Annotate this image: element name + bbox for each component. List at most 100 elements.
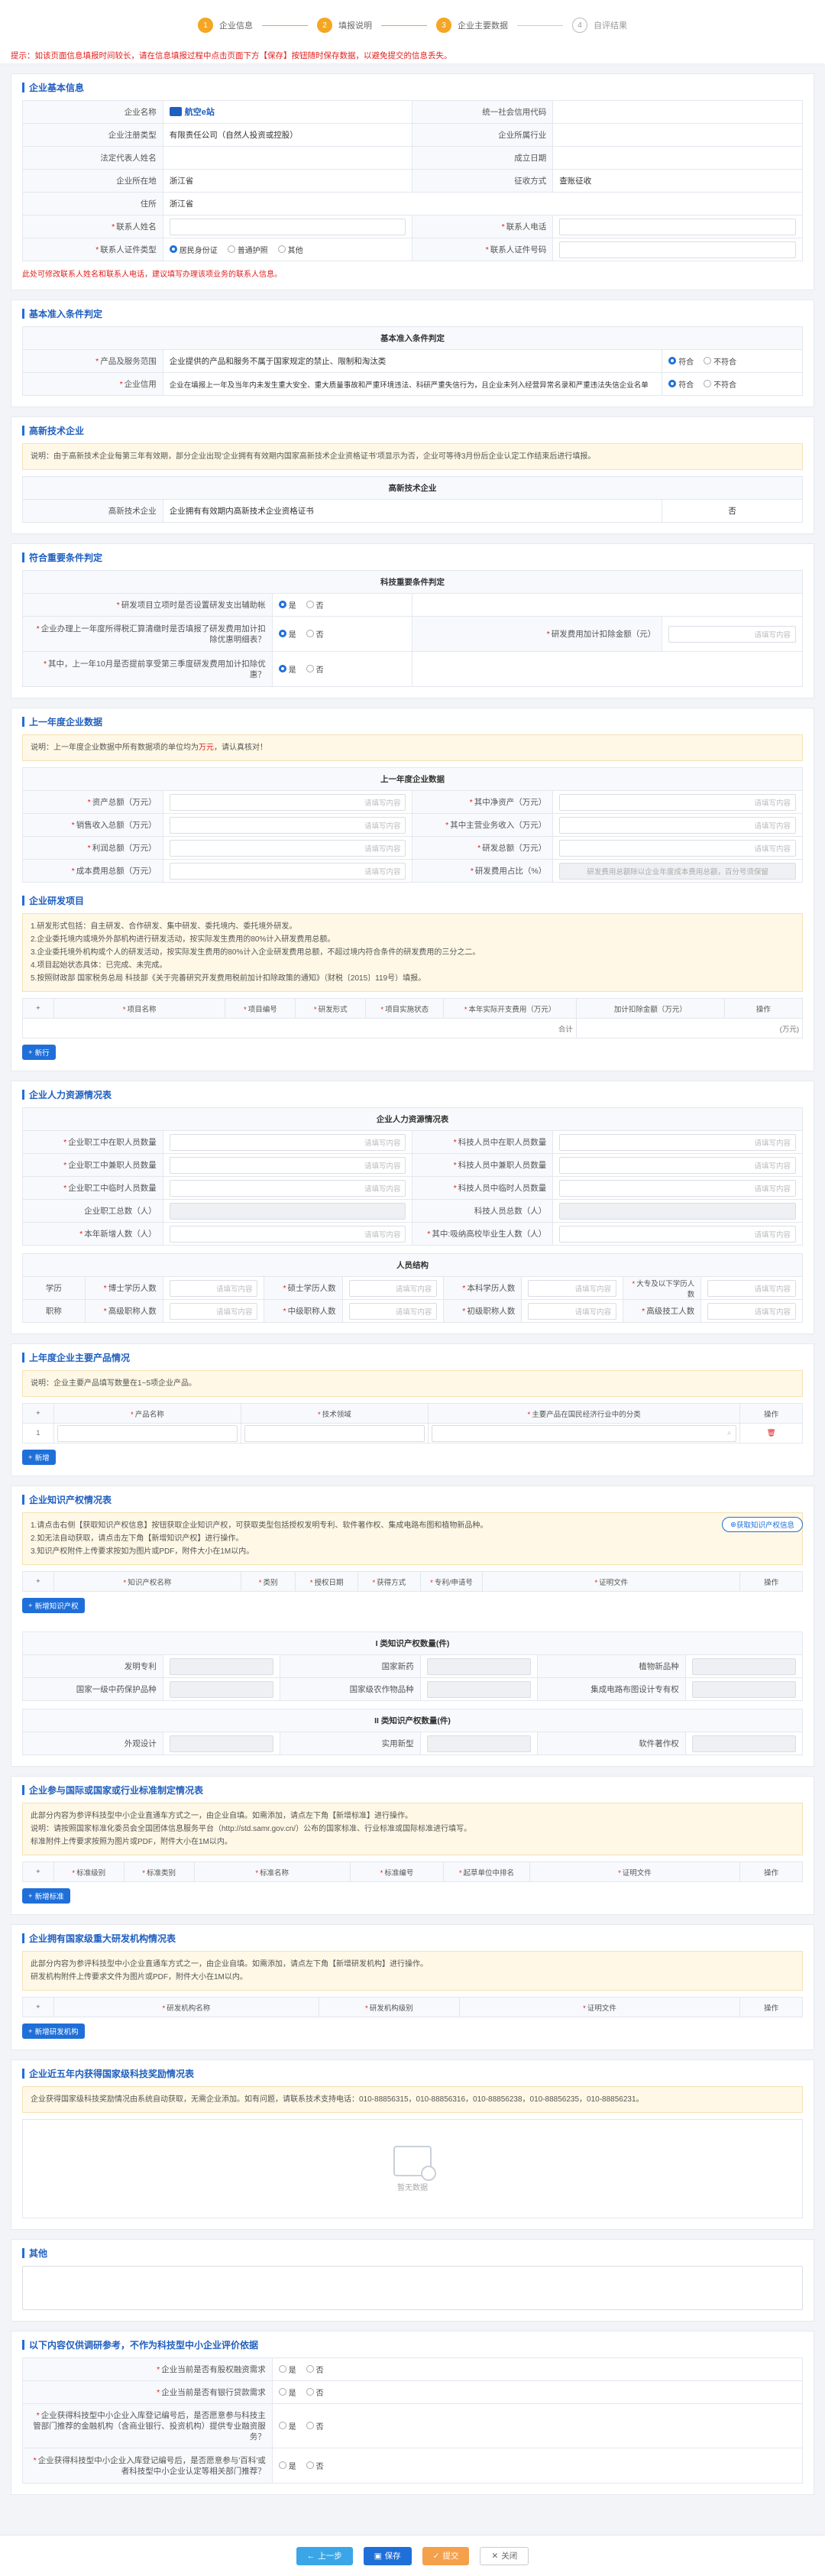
yes-radio[interactable]: 是 (278, 2460, 296, 2471)
staff-temp-input[interactable]: 请填写内容 (169, 1179, 406, 1197)
senior-title-input[interactable]: 请填写内容 (169, 1302, 258, 1320)
step-2[interactable]: 2 填报说明 (317, 18, 372, 33)
new-hires-input[interactable]: 请填写内容 (169, 1225, 406, 1243)
column-header: * 专利/申请号 (419, 1571, 484, 1592)
junior-title-input[interactable]: 请填写内容 (528, 1302, 617, 1320)
tax-value: 查账征收 (552, 169, 803, 193)
contact-phone-input[interactable] (559, 218, 796, 235)
input-cell: 请填写内容 (162, 813, 413, 837)
main-revenue-input[interactable]: 请填写内容 (559, 816, 796, 834)
q3-radios: 是 否 (271, 651, 413, 687)
region-value: 浙江省 (162, 169, 413, 193)
yes-radio[interactable]: 是 (278, 2420, 296, 2432)
tech-parttime-input[interactable]: 请填写内容 (559, 1156, 796, 1174)
yes-radio[interactable]: 是 (278, 2386, 296, 2398)
no-radio[interactable]: 否 (306, 628, 324, 640)
hr-structure-table: 人员结构 学历 * 博士学历人数 请填写内容 * 硕士学历人数 请填写内容 * 本科学… (22, 1253, 803, 1323)
id-type-radio[interactable]: 居民身份证 (169, 244, 218, 255)
graduates-input[interactable]: 请填写内容 (559, 1225, 796, 1243)
yes-radio[interactable]: 是 (278, 2364, 296, 2375)
remarks-textarea[interactable] (22, 2266, 803, 2310)
id-type-radio[interactable]: 其他 (277, 244, 303, 255)
conform-radio[interactable]: 符合 (668, 378, 694, 390)
bachelor-input[interactable]: 请填写内容 (528, 1279, 617, 1297)
add-standard-button[interactable]: + 新增标准 (22, 1888, 70, 1904)
product-name-input[interactable] (57, 1424, 238, 1442)
total-assets-input[interactable]: 请填写内容 (169, 793, 406, 811)
input-cell: 请填写内容 (552, 836, 803, 860)
tech-field-input[interactable] (244, 1424, 425, 1442)
check-icon: ✓ (432, 2551, 440, 2561)
plus-circle-icon: ⊕ (730, 1520, 736, 1529)
cost-total-input[interactable]: 请填写内容 (169, 862, 406, 880)
step-3[interactable]: 3 企业主要数据 (436, 18, 508, 33)
plus-icon: + (28, 1048, 33, 1057)
yes-radio[interactable]: 是 (278, 663, 296, 675)
step-4[interactable]: 4 自评结果 (572, 18, 627, 33)
not-conform-radio[interactable]: 不符合 (704, 355, 736, 367)
add-product-button[interactable]: + 新增 (22, 1450, 56, 1465)
deduction-amount-input[interactable]: 请填写内容 (668, 625, 796, 643)
conform-radio[interactable]: 符合 (668, 355, 694, 367)
staff-parttime-input[interactable]: 请填写内容 (169, 1156, 406, 1174)
prev-step-button[interactable]: ← 上一步 (296, 2546, 353, 2565)
deduction-cell: 请填写内容 (662, 616, 803, 652)
master-input[interactable]: 请填写内容 (348, 1279, 438, 1297)
search-icon[interactable]: ⌕ (727, 1429, 731, 1437)
no-radio[interactable]: 否 (306, 663, 324, 675)
field-label: 企业所在地 (22, 169, 163, 193)
step-1[interactable]: 1 企业信息 (198, 18, 253, 33)
empty-text: 暂无数据 (397, 2183, 428, 2192)
add-ip-button[interactable]: + 新增知识产权 (22, 1598, 85, 1613)
add-row-icon[interactable]: + (22, 1862, 54, 1882)
id-type-radio[interactable]: 普通护照 (227, 244, 268, 255)
radio-icon (278, 2388, 286, 2396)
total-label: 合计 (22, 1018, 577, 1039)
input-cell: 请填写内容 (552, 1222, 803, 1246)
yes-radio[interactable]: 是 (278, 599, 296, 611)
no-radio[interactable]: 否 (306, 2386, 324, 2398)
net-assets-input[interactable]: 请填写内容 (559, 793, 796, 811)
field-label: * 高级技工人数 (623, 1299, 702, 1323)
profit-input[interactable]: 请填写内容 (169, 839, 406, 857)
phd-input[interactable]: 请填写内容 (169, 1279, 258, 1297)
add-row-icon[interactable]: + (22, 1997, 54, 2017)
contact-name-input[interactable] (169, 218, 406, 235)
staff-fulltime-input[interactable]: 请填写内容 (169, 1133, 406, 1151)
field-label: * 企业职工中在职人员数量 (22, 1130, 163, 1154)
add-row-icon[interactable]: + (22, 1403, 54, 1424)
senior-tech-input[interactable]: 请填写内容 (707, 1302, 796, 1320)
fetch-ip-button[interactable]: ⊕ 获取知识产权信息 (722, 1517, 803, 1532)
column-header: * 知识产权名称 (53, 1571, 241, 1592)
tech-fulltime-input[interactable]: 请填写内容 (559, 1133, 796, 1151)
sales-input[interactable]: 请填写内容 (169, 816, 406, 834)
field-label: 企业注册类型 (22, 123, 163, 147)
tcm-count (169, 1680, 273, 1698)
save-button[interactable]: ▣ 保存 (363, 2546, 412, 2565)
not-conform-radio[interactable]: 不符合 (704, 378, 736, 390)
tech-temp-input[interactable]: 请填写内容 (559, 1179, 796, 1197)
industry-class-input[interactable]: ⌕ (431, 1424, 737, 1442)
submit-button[interactable]: ✓ 提交 (422, 2546, 470, 2565)
close-button[interactable]: ✕ 关闭 (480, 2546, 529, 2565)
plus-icon: + (28, 1453, 33, 1462)
no-radio[interactable]: 否 (306, 599, 324, 611)
middle-title-input[interactable]: 请填写内容 (348, 1302, 438, 1320)
add-row-icon[interactable]: + (22, 1571, 54, 1592)
college-input[interactable]: 请填写内容 (707, 1279, 796, 1297)
input-cell (684, 1677, 804, 1701)
add-platform-button[interactable]: + 新增研发机构 (22, 2024, 85, 2039)
add-row-icon[interactable]: + (22, 998, 54, 1019)
ic-layout-count (691, 1680, 796, 1698)
contact-id-no-input[interactable] (559, 241, 796, 258)
column-header: * 标准类别 (123, 1862, 195, 1882)
yes-radio[interactable]: 是 (278, 628, 296, 640)
no-radio[interactable]: 否 (306, 2420, 324, 2432)
delete-icon[interactable]: 🗑 (767, 1429, 776, 1437)
no-radio[interactable]: 否 (306, 2460, 324, 2471)
add-rd-project-button[interactable]: + 新行 (22, 1045, 56, 1060)
field-label: * 科技人员中临时人员数量 (412, 1176, 554, 1200)
no-radio[interactable]: 否 (306, 2364, 324, 2375)
rd-total-input[interactable]: 请填写内容 (559, 839, 796, 857)
input-cell (552, 1199, 803, 1223)
